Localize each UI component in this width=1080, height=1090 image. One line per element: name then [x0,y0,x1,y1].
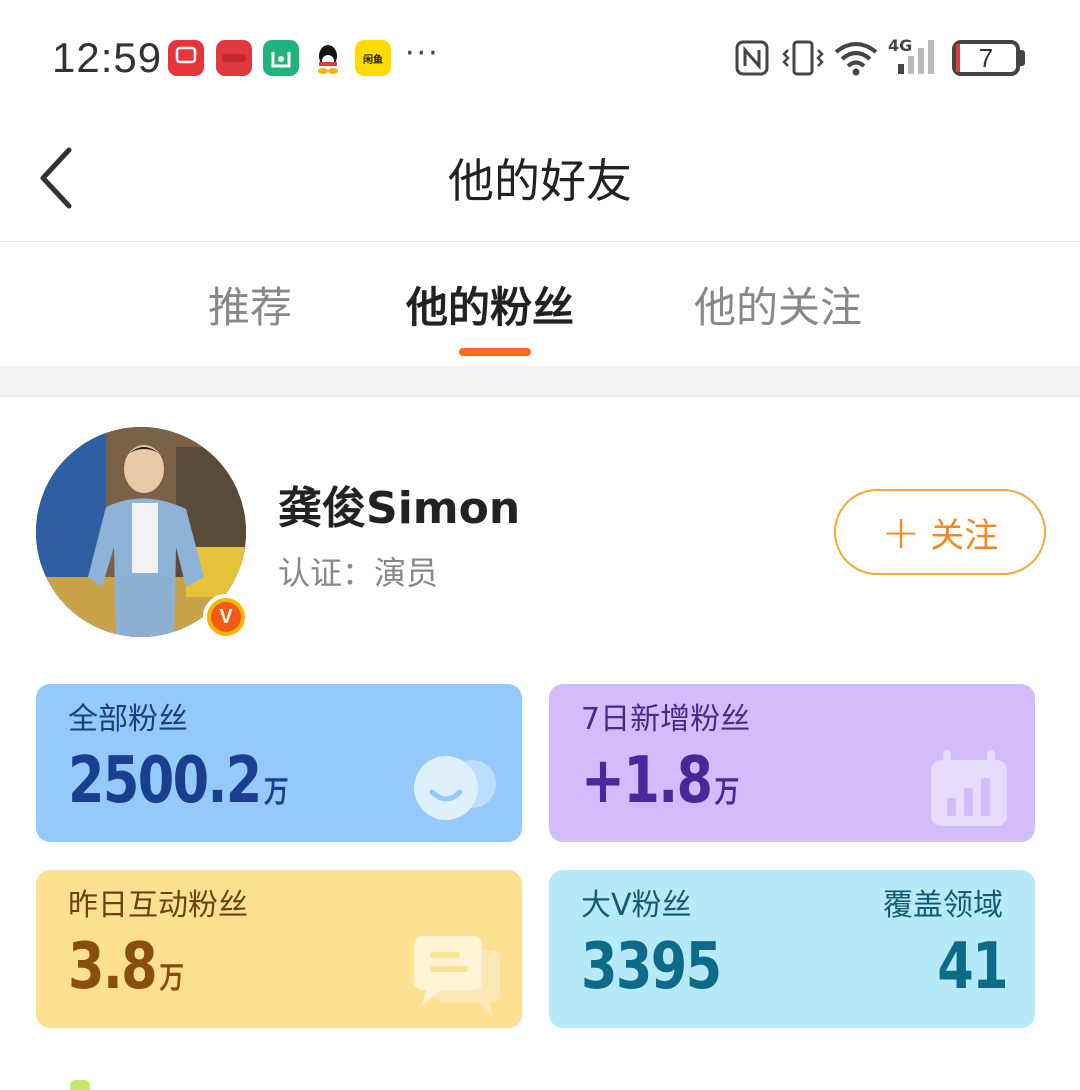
battery-cap [1020,50,1025,66]
all-fans-number: 2500.2 [68,744,262,818]
coverage-domain-label: 覆盖领域 [883,888,1003,923]
section-divider [0,366,1080,397]
red-app-icon [216,40,252,76]
more-notifications-icon: ··· [405,36,440,71]
plus-icon: + [881,505,921,559]
status-bar: 12:59 闲鱼 ··· 4G 7 [0,0,1080,115]
interactive-fans-number: 3.8 [68,930,158,1004]
follow-label: 关注 [930,515,999,556]
battery-level: 7 [978,43,994,73]
bigv-fans-card[interactable]: 大V粉丝 覆盖领域 3395 41 [549,870,1035,1028]
page-title: 他的好友 [448,154,632,208]
verified-badge-icon: V [203,594,249,640]
verified-badge-letter: V [211,602,241,632]
coverage-domain-value: 41 [937,930,1008,1004]
user-name[interactable]: 龚俊Simon [278,472,520,536]
nfc-icon [735,38,769,78]
all-fans-unit: 万 [263,775,289,810]
tab-his-following[interactable]: 他的关注 [694,274,862,335]
huawei-appgallery-icon [168,40,204,76]
vibrate-icon [780,38,826,78]
tab-his-fans[interactable]: 他的粉丝 [406,274,574,335]
new-fans-unit: 万 [714,775,740,810]
all-fans-card[interactable]: 全部粉丝 2500.2 万 [36,684,522,842]
interactive-fans-value: 3.8 万 [68,930,184,1004]
fans-face-icon [414,756,496,820]
interactive-fans-unit: 万 [159,961,184,996]
network-type: 4G [888,36,913,55]
tab-recommend[interactable]: 推荐 [208,274,292,335]
bigv-fans-label: 大V粉丝 [581,888,692,923]
nav-header: 他的好友 [0,115,1080,242]
all-fans-label: 全部粉丝 [68,702,188,737]
tab-active-indicator [459,348,531,356]
mi-home-icon [263,40,299,76]
bigv-fans-value: 3395 [581,930,722,1004]
new-fans-value: +1.8 万 [581,744,739,818]
new-fans-label: 7日新增粉丝 [581,702,751,737]
follow-button[interactable]: + 关注 [834,489,1046,575]
new-fans-7day-card[interactable]: 7日新增粉丝 +1.8 万 [549,684,1035,842]
next-section-hint [70,1080,90,1090]
xianyu-label: 闲鱼 [363,54,383,66]
wifi-icon [832,38,880,78]
new-fans-number: +1.8 [581,744,713,818]
calendar-chart-icon [931,750,1007,826]
chat-bubble-icon [414,936,500,1016]
tab-bar: 推荐 他的粉丝 他的关注 [0,242,1080,366]
signal-icon: 4G [888,36,942,78]
interactive-fans-label: 昨日互动粉丝 [68,888,248,923]
xianyu-icon: 闲鱼 [355,40,391,76]
verification-text: 认证：演员 [278,554,439,592]
qq-icon [310,40,346,76]
interactive-fans-card[interactable]: 昨日互动粉丝 3.8 万 [36,870,522,1028]
status-time: 12:59 [52,34,163,81]
all-fans-value: 2500.2 万 [68,744,289,818]
